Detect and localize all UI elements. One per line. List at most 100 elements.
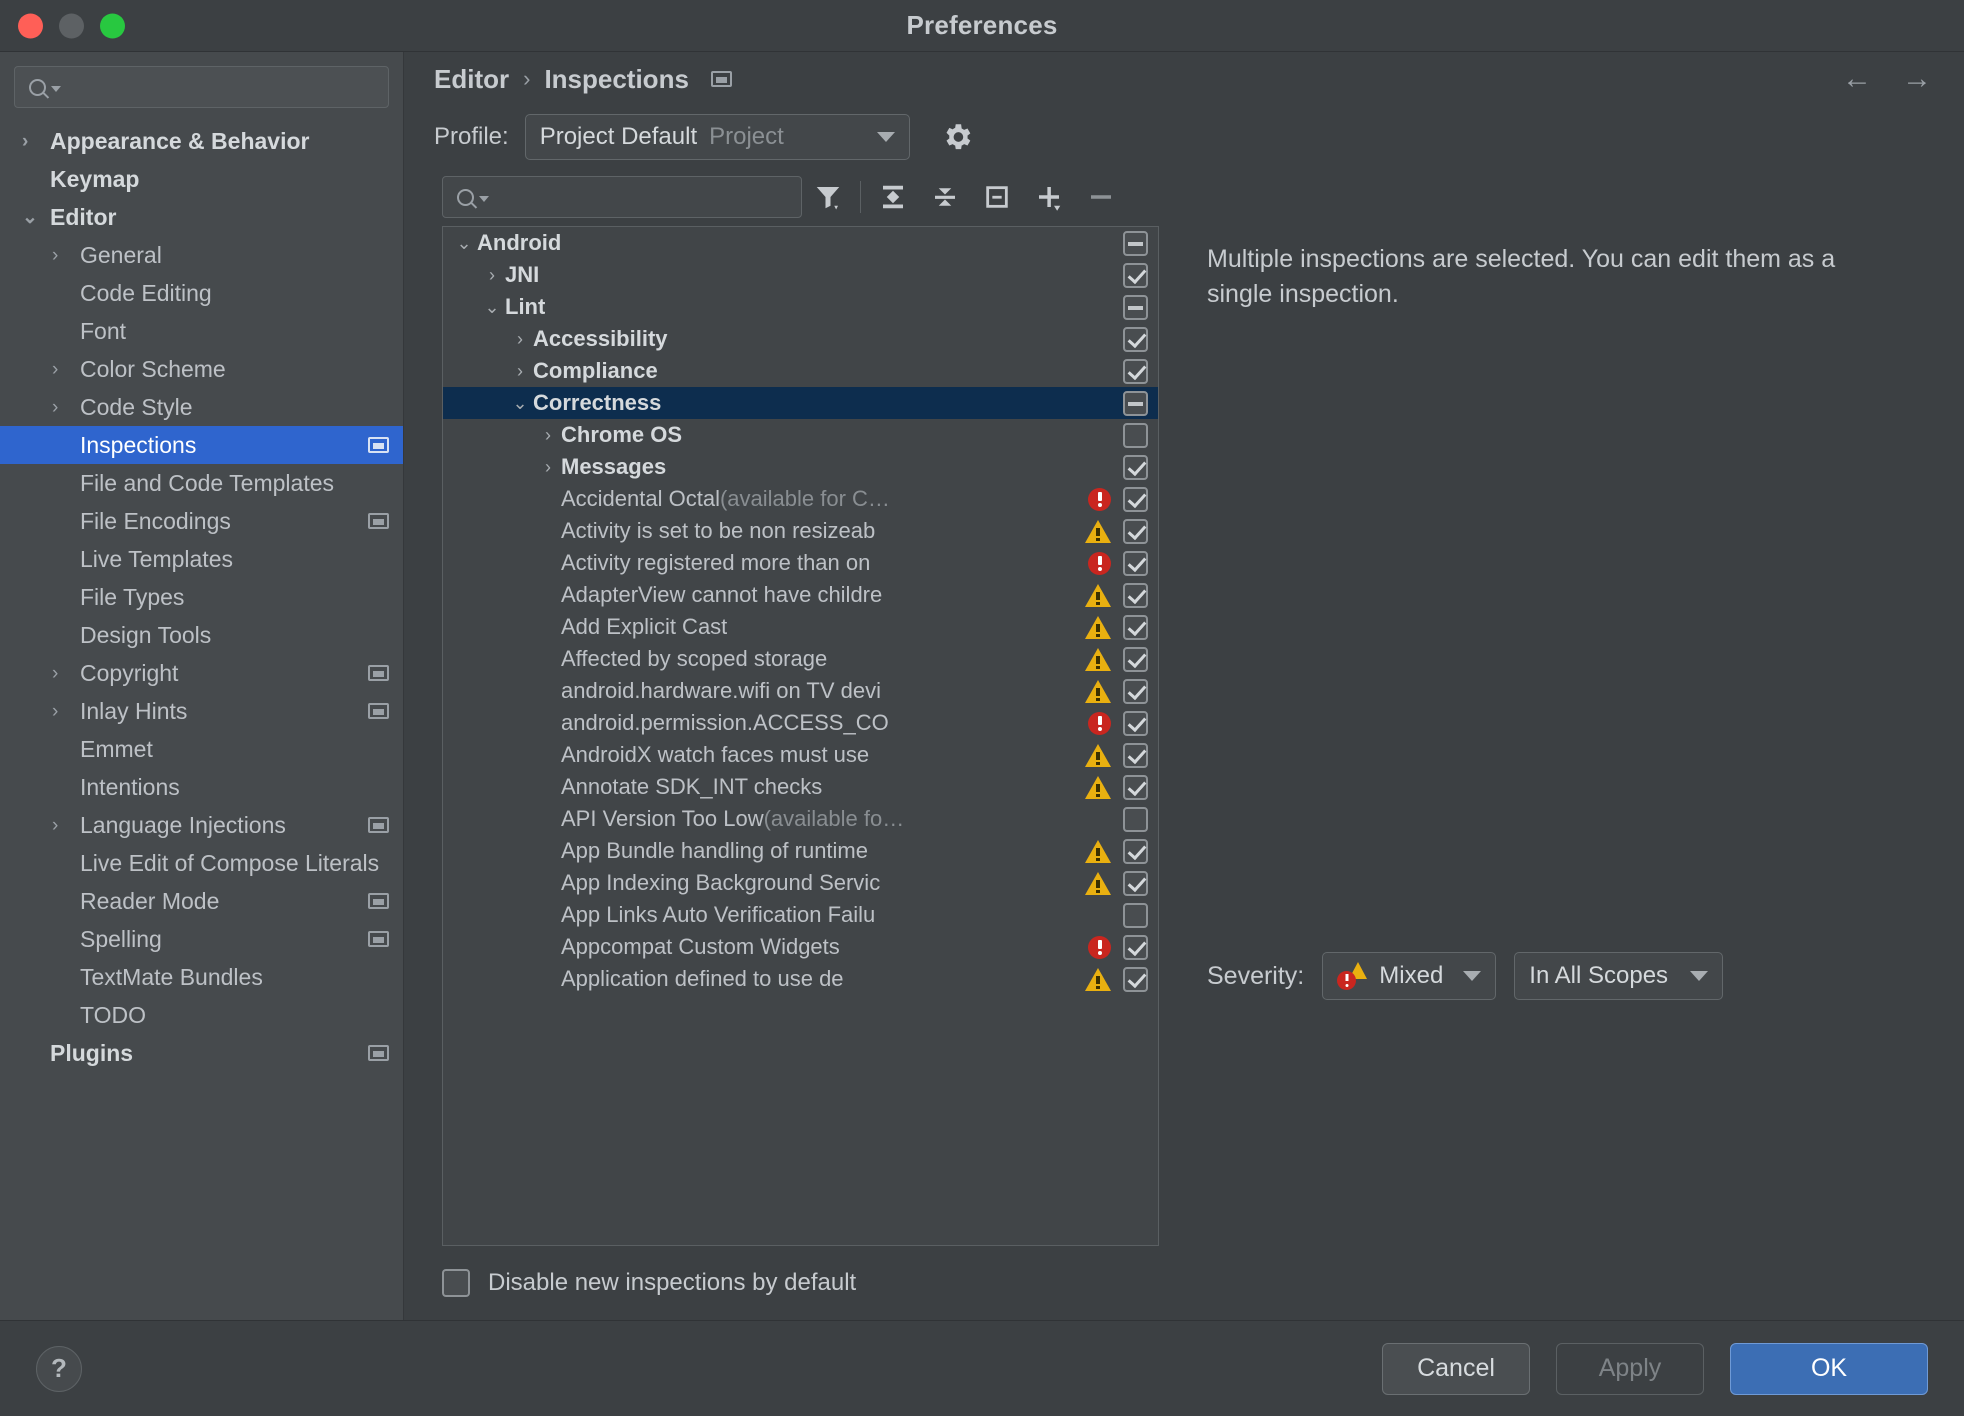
tree-row[interactable]: Accidental Octal (available for C… [443, 483, 1158, 515]
sidebar-item-textmate-bundles[interactable]: TextMate Bundles [0, 958, 403, 996]
expand-all-icon[interactable] [867, 175, 919, 219]
back-arrow-icon[interactable]: ← [1842, 64, 1872, 94]
tree-row-checkbox[interactable] [1123, 422, 1148, 448]
tree-row[interactable]: ⌄ Android [443, 227, 1158, 259]
chevron-right-icon[interactable]: › [535, 425, 561, 446]
cancel-button[interactable]: Cancel [1382, 1342, 1530, 1395]
tree-row[interactable]: ⌄ Correctness [443, 387, 1158, 419]
tree-row-checkbox[interactable] [1123, 710, 1148, 736]
chevron-right-icon[interactable]: › [52, 246, 74, 265]
chevron-down-icon[interactable]: ⌄ [479, 297, 505, 318]
tree-row-checkbox[interactable] [1123, 358, 1148, 384]
severity-select[interactable]: Mixed [1322, 952, 1497, 1000]
tree-row-checkbox[interactable] [1123, 678, 1148, 704]
sidebar-item-code-editing[interactable]: Code Editing [0, 274, 403, 312]
sidebar-item-font[interactable]: Font [0, 312, 403, 350]
sidebar-item-intentions[interactable]: Intentions [0, 768, 403, 806]
chevron-right-icon[interactable]: › [22, 132, 44, 151]
help-button[interactable]: ? [36, 1345, 82, 1392]
tree-row-checkbox[interactable] [1123, 582, 1148, 608]
chevron-right-icon[interactable]: › [507, 361, 533, 382]
chevron-right-icon[interactable]: › [52, 360, 74, 379]
sidebar-search-field[interactable] [14, 66, 389, 108]
chevron-right-icon[interactable]: › [479, 265, 505, 286]
tree-row[interactable]: android.permission.ACCESS_CO [443, 707, 1158, 739]
ok-button[interactable]: OK [1730, 1342, 1928, 1395]
tree-row-checkbox[interactable] [1123, 294, 1148, 320]
tree-row[interactable]: Activity registered more than on [443, 547, 1158, 579]
tree-row-checkbox[interactable] [1123, 230, 1148, 256]
sidebar-item-copyright[interactable]: › Copyright [0, 654, 403, 692]
tree-row[interactable]: AndroidX watch faces must use [443, 739, 1158, 771]
tree-row[interactable]: API Version Too Low (available fo… [443, 803, 1158, 835]
tree-row-checkbox[interactable] [1123, 518, 1148, 544]
sidebar-item-plugins[interactable]: Plugins [0, 1034, 403, 1072]
breadcrumb-parent[interactable]: Editor [434, 64, 509, 95]
close-window-button[interactable] [18, 13, 43, 38]
sidebar-item-inspections[interactable]: Inspections [0, 426, 403, 464]
tree-row[interactable]: Activity is set to be non resizeab [443, 515, 1158, 547]
tree-row[interactable]: AdapterView cannot have childre [443, 579, 1158, 611]
tree-row[interactable]: Appcompat Custom Widgets [443, 931, 1158, 963]
chevron-right-icon[interactable]: › [507, 329, 533, 350]
remove-icon[interactable] [1075, 175, 1127, 219]
tree-row-checkbox[interactable] [1123, 838, 1148, 864]
gear-icon[interactable] [940, 120, 974, 154]
chevron-right-icon[interactable]: › [535, 457, 561, 478]
tree-row[interactable]: App Indexing Background Servic [443, 867, 1158, 899]
tree-row[interactable]: App Links Auto Verification Failu [443, 899, 1158, 931]
tree-row[interactable]: ⌄ Lint [443, 291, 1158, 323]
chevron-right-icon[interactable]: › [52, 816, 74, 835]
tree-row-checkbox[interactable] [1123, 262, 1148, 288]
add-icon[interactable] [1023, 175, 1075, 219]
sidebar-item-spelling[interactable]: Spelling [0, 920, 403, 958]
apply-button[interactable]: Apply [1556, 1342, 1704, 1395]
tree-row-checkbox[interactable] [1123, 614, 1148, 640]
sidebar-item-emmet[interactable]: Emmet [0, 730, 403, 768]
forward-arrow-icon[interactable]: → [1902, 64, 1932, 94]
tree-row[interactable]: › Messages [443, 451, 1158, 483]
tree-row-checkbox[interactable] [1123, 742, 1148, 768]
sidebar-item-editor[interactable]: ⌄ Editor [0, 198, 403, 236]
tree-row[interactable]: Add Explicit Cast [443, 611, 1158, 643]
maximize-window-button[interactable] [100, 13, 125, 38]
sidebar-item-live-edit-of-compose-literals[interactable]: Live Edit of Compose Literals [0, 844, 403, 882]
inspections-tree[interactable]: ⌄ Android › JNI ⌄ Lint › Accessibility › Complian… [442, 226, 1159, 1246]
tree-row-checkbox[interactable] [1123, 966, 1148, 992]
chevron-right-icon[interactable]: › [52, 664, 74, 683]
sidebar-item-reader-mode[interactable]: Reader Mode [0, 882, 403, 920]
collapse-all-icon[interactable] [919, 175, 971, 219]
tree-row-checkbox[interactable] [1123, 454, 1148, 480]
tree-row[interactable]: App Bundle handling of runtime [443, 835, 1158, 867]
sidebar-item-appearance-behavior[interactable]: › Appearance & Behavior [0, 122, 403, 160]
sidebar-item-file-and-code-templates[interactable]: File and Code Templates [0, 464, 403, 502]
filter-icon[interactable] [802, 175, 854, 219]
tree-row-checkbox[interactable] [1123, 934, 1148, 960]
tree-row[interactable]: › Chrome OS [443, 419, 1158, 451]
tree-row-checkbox[interactable] [1123, 486, 1148, 512]
sidebar-item-inlay-hints[interactable]: › Inlay Hints [0, 692, 403, 730]
disable-new-inspections-checkbox[interactable] [442, 1269, 470, 1297]
tree-row-checkbox[interactable] [1123, 774, 1148, 800]
tree-row-checkbox[interactable] [1123, 806, 1148, 832]
tree-row-checkbox[interactable] [1123, 870, 1148, 896]
chevron-down-icon[interactable]: ⌄ [451, 233, 477, 254]
sidebar-item-todo[interactable]: TODO [0, 996, 403, 1034]
minimize-window-button[interactable] [59, 13, 84, 38]
chevron-down-icon[interactable]: ⌄ [22, 208, 44, 227]
sidebar-item-general[interactable]: › General [0, 236, 403, 274]
chevron-down-icon[interactable]: ⌄ [507, 393, 533, 414]
tree-row-checkbox[interactable] [1123, 902, 1148, 928]
tree-row[interactable]: Affected by scoped storage [443, 643, 1158, 675]
sidebar-item-language-injections[interactable]: › Language Injections [0, 806, 403, 844]
sidebar-item-keymap[interactable]: Keymap [0, 160, 403, 198]
tree-row[interactable]: Annotate SDK_INT checks [443, 771, 1158, 803]
tree-row-checkbox[interactable] [1123, 326, 1148, 352]
chevron-right-icon[interactable]: › [52, 398, 74, 417]
inspection-search-input[interactable] [442, 176, 802, 218]
tree-row-checkbox[interactable] [1123, 646, 1148, 672]
sidebar-item-file-encodings[interactable]: File Encodings [0, 502, 403, 540]
sidebar-item-file-types[interactable]: File Types [0, 578, 403, 616]
tree-row-checkbox[interactable] [1123, 550, 1148, 576]
tree-row[interactable]: Application defined to use de [443, 963, 1158, 995]
